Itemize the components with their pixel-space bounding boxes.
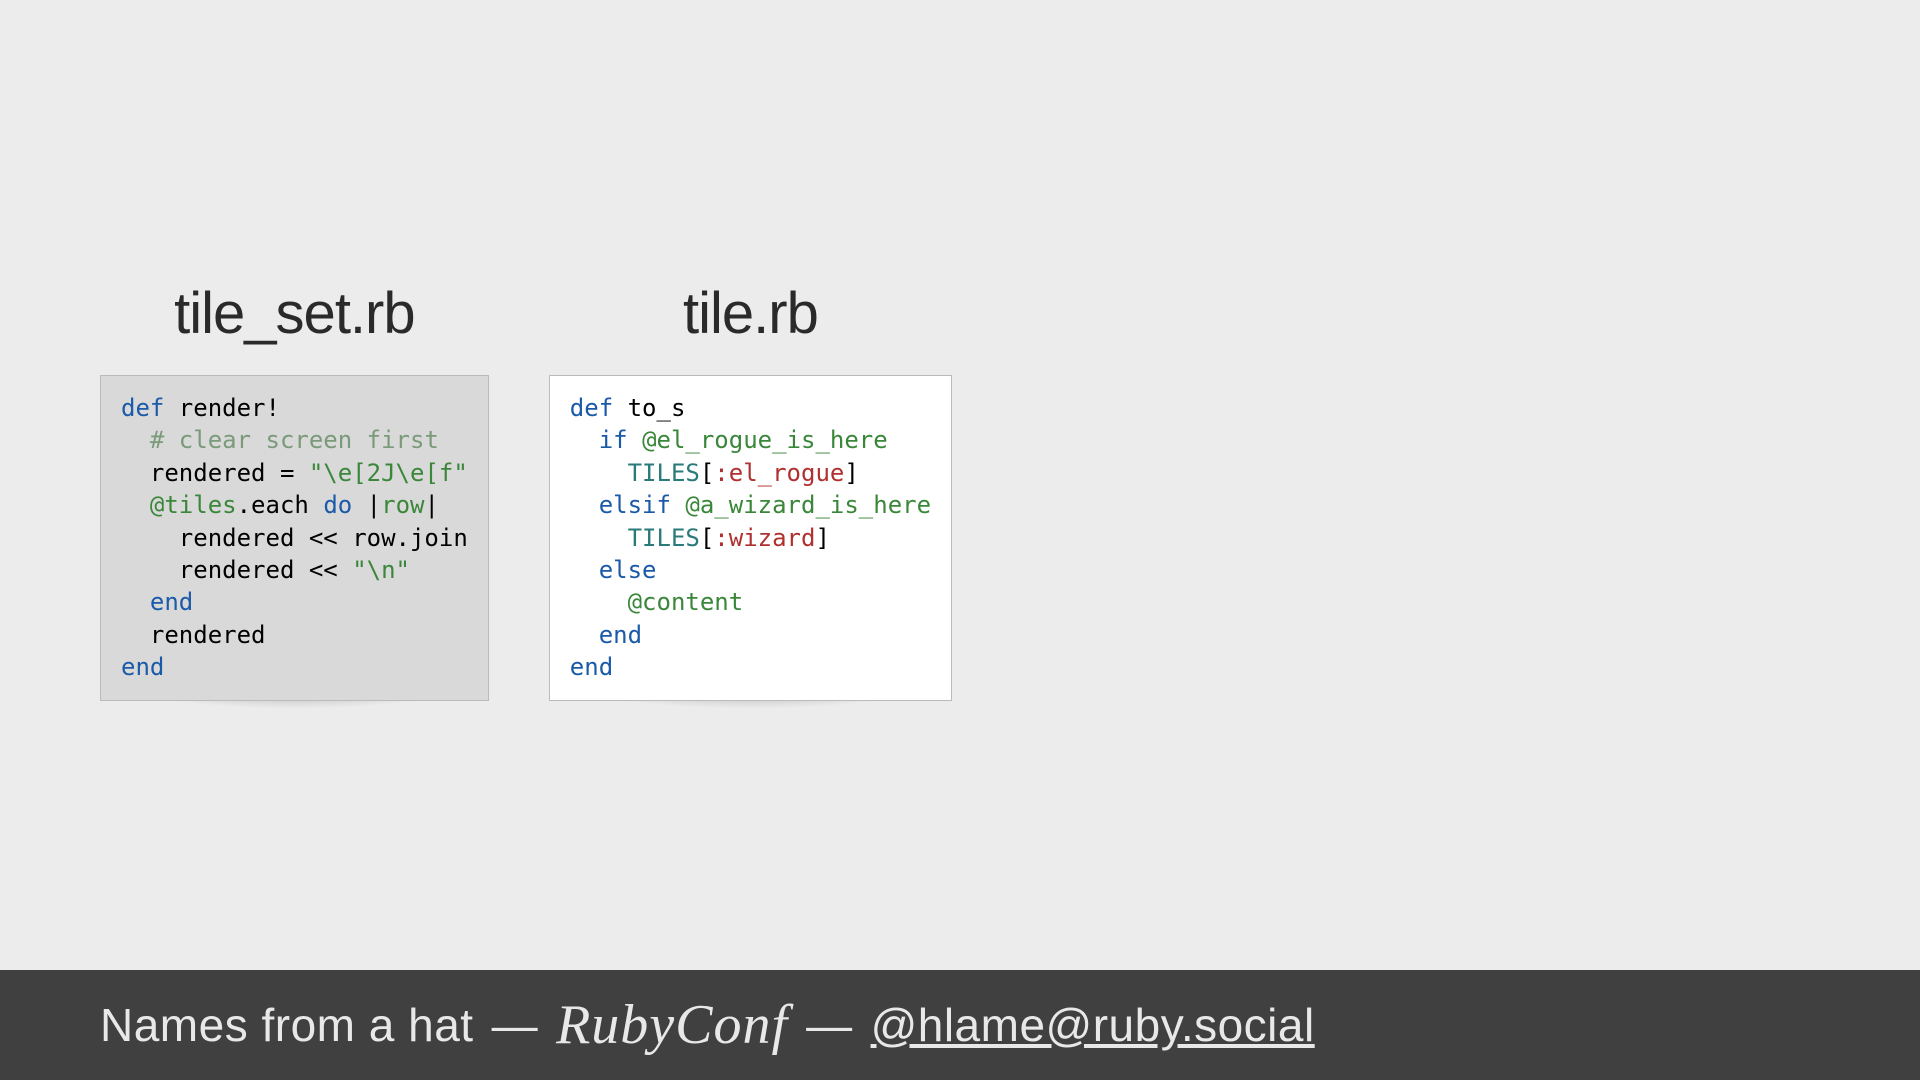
slide-content: tile_set.rb def render! # clear screen f… [0, 0, 1920, 701]
file-title-right: tile.rb [549, 280, 952, 347]
slide-footer: Names from a hat — RubyConf — @hlame@rub… [0, 970, 1920, 1080]
footer-dash-1: — [492, 998, 539, 1052]
file-panel-left: tile_set.rb def render! # clear screen f… [100, 280, 489, 701]
code-shadow-left: def render! # clear screen first rendere… [100, 375, 489, 701]
footer-dash-2: — [806, 998, 853, 1052]
footer-conf-logo: RubyConf [556, 993, 788, 1057]
code-box-left: def render! # clear screen first rendere… [100, 375, 489, 701]
file-panel-right: tile.rb def to_s if @el_rogue_is_here TI… [549, 280, 952, 701]
code-shadow-right: def to_s if @el_rogue_is_here TILES[:el_… [549, 375, 952, 701]
footer-title: Names from a hat [100, 998, 474, 1052]
code-box-right: def to_s if @el_rogue_is_here TILES[:el_… [549, 375, 952, 701]
file-title-left: tile_set.rb [100, 280, 489, 347]
footer-handle[interactable]: @hlame@ruby.social [871, 998, 1315, 1052]
